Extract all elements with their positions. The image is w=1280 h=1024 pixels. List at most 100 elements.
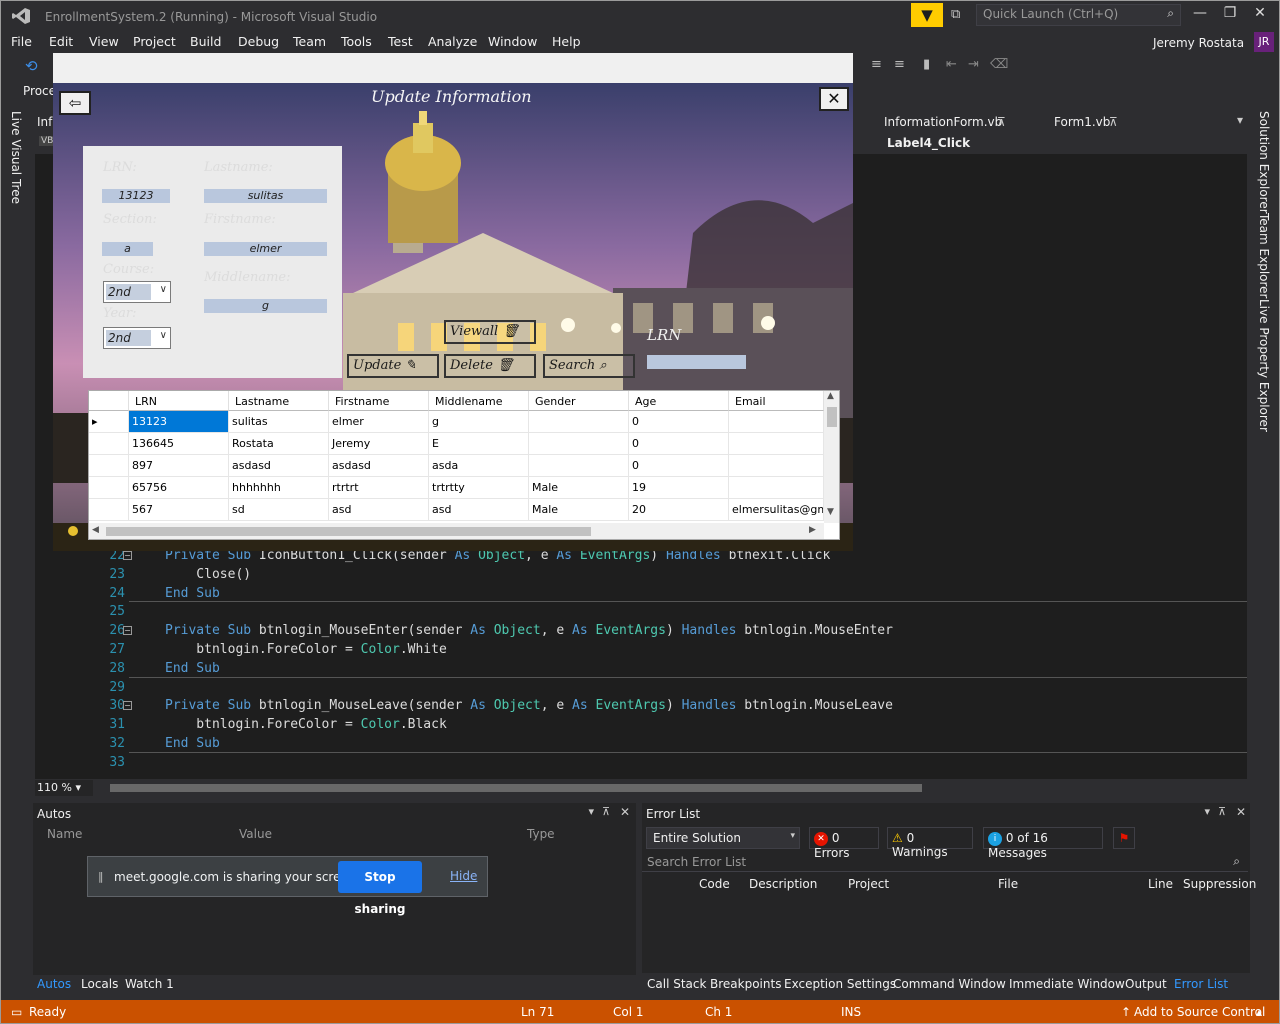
grid-cell[interactable]: sd [229,499,329,521]
chevron-down-icon[interactable]: ▾ [1204,805,1210,818]
chevron-down-icon[interactable]: ▾ [588,805,594,818]
collapse-icon[interactable]: − [123,551,132,560]
grid-cell[interactable]: E [429,433,529,455]
indent-icon[interactable]: ≡ [894,57,905,72]
pin-icon[interactable]: ⊼ [1109,115,1118,129]
menu-debug[interactable]: Debug [238,34,279,49]
search-button[interactable]: Search ⌕ [543,354,635,378]
row-header[interactable] [89,499,129,521]
code-line[interactable]: 24 End Sub [35,584,1247,603]
close-form-button[interactable]: ✕ [819,87,849,111]
grid-cell[interactable]: g [429,411,529,433]
drag-handle-icon[interactable]: ‖ [98,870,104,883]
grid-horizontal-scrollbar[interactable]: ◀ ▶ [89,523,824,539]
grid-cell[interactable]: asdasd [329,455,429,477]
tab-breakpoints[interactable]: Breakpoints [710,977,781,991]
scroll-right-icon[interactable]: ▶ [809,525,816,535]
code-line[interactable]: 29 [35,678,1247,697]
grid-cell[interactable]: 0 [629,433,729,455]
row-header[interactable]: ▸ [89,411,129,433]
grid-cell[interactable] [529,433,629,455]
code-line[interactable]: 33 [35,753,1247,772]
menu-file[interactable]: File [11,34,32,49]
col-project[interactable]: Project [848,877,889,891]
grid-cell[interactable] [529,411,629,433]
code-line[interactable]: 32 End Sub [35,734,1247,753]
grid-cell[interactable]: 65756 [129,477,229,499]
lrn-field[interactable]: 13123 [102,189,170,203]
menu-project[interactable]: Project [133,34,176,49]
prev-bookmark-icon[interactable]: ⇤ [946,57,957,72]
update-button[interactable]: Update ✎ [347,354,439,378]
team-explorer-tab[interactable]: Team Explorer [1257,213,1271,299]
grid-cell[interactable] [729,433,824,455]
close-icon[interactable]: ✕ [1236,805,1246,819]
scope-dropdown[interactable]: Entire Solution ▾ [646,827,800,849]
menu-window[interactable]: Window [488,34,537,49]
grid-cell[interactable]: 19 [629,477,729,499]
delete-button[interactable]: Delete 🗑 [444,354,536,378]
grid-cell[interactable]: elmer [329,411,429,433]
autos-col-value[interactable]: Value [239,827,272,841]
scroll-left-icon[interactable]: ◀ [92,525,99,535]
tab-immediate-window[interactable]: Immediate Window [1009,977,1125,991]
menu-build[interactable]: Build [190,34,221,49]
grid-column-header[interactable]: LRN [129,391,229,411]
pin-icon[interactable]: ⊼ [997,115,1006,129]
code-line[interactable]: 26 Private Sub btnlogin_MouseEnter(sender… [35,621,1247,640]
bookmark-icon[interactable]: ▮ [923,57,930,72]
menu-help[interactable]: Help [552,34,581,49]
grid-vertical-scrollbar[interactable]: ▲ ▼ [824,391,839,523]
menu-tools[interactable]: Tools [341,34,372,49]
solution-explorer-tab[interactable]: Solution Explorer [1257,111,1271,214]
row-header[interactable] [89,433,129,455]
course-select[interactable]: 2nd ∨ [103,281,171,303]
grid-cell[interactable] [729,411,824,433]
grid-cell[interactable]: 897 [129,455,229,477]
grid-column-header[interactable]: Middlename [429,391,529,411]
code-line[interactable]: 30 Private Sub btnlogin_MouseLeave(sender… [35,696,1247,715]
grid-cell[interactable]: 136645 [129,433,229,455]
grid-cell[interactable]: 0 [629,411,729,433]
notification-filter-icon[interactable]: ▼ [911,3,943,27]
messages-filter-button[interactable]: i 0 of 16 Messages [983,827,1103,860]
menu-team[interactable]: Team [293,34,326,49]
errors-filter-button[interactable]: ✕ 0 Errors [809,827,879,860]
user-name[interactable]: Jeremy Rostata [1153,36,1244,50]
avatar[interactable]: JR [1254,32,1274,52]
tab-form1[interactable]: Form1.vb [1054,115,1110,129]
viewall-button[interactable]: Viewall 🗑 [444,320,536,344]
grid-column-header[interactable]: Age [629,391,729,411]
chevron-up-icon[interactable]: ▴ [1256,1005,1262,1019]
warnings-filter-button[interactable]: ⚠ 0 Warnings [887,827,973,859]
tab-output[interactable]: Output [1125,977,1167,991]
scroll-thumb[interactable] [827,407,837,427]
row-header[interactable] [89,455,129,477]
live-property-explorer-tab[interactable]: Live Property Explorer [1257,299,1271,432]
grid-column-header[interactable]: Firstname [329,391,429,411]
menu-analyze[interactable]: Analyze [428,34,477,49]
pin-icon[interactable]: ⊼ [602,805,610,818]
member-dropdown[interactable]: Label4_Click [887,136,1277,150]
collapse-icon[interactable]: − [123,701,132,711]
feedback-icon[interactable]: ⧉ [951,7,960,22]
tab-error-list[interactable]: Error List [1174,977,1228,991]
zoom-level[interactable]: 110 % ▾ [35,780,93,796]
lrn-search-input[interactable] [647,355,746,369]
grid-cell[interactable]: asd [429,499,529,521]
add-to-source-control[interactable]: Add to Source Control [1134,1005,1265,1019]
grid-cell[interactable]: Jeremy [329,433,429,455]
grid-cell[interactable]: asdasd [229,455,329,477]
quick-launch-input[interactable]: Quick Launch (Ctrl+Q) ⌕ [976,4,1181,26]
menu-test[interactable]: Test [388,34,413,49]
collapse-icon[interactable]: − [123,626,132,636]
grid-cell[interactable]: asda [429,455,529,477]
tab-watch1[interactable]: Watch 1 [125,977,174,991]
tab-command-window[interactable]: Command Window [893,977,1006,991]
pin-icon[interactable]: ⊼ [1218,805,1226,818]
col-code[interactable]: Code [699,877,730,891]
tab-exception-settings[interactable]: Exception Settings [784,977,896,991]
grid-cell[interactable]: 13123 [129,411,229,433]
tab-informationform[interactable]: InformationForm.vb [884,115,1002,129]
grid-column-header[interactable]: Gender [529,391,629,411]
